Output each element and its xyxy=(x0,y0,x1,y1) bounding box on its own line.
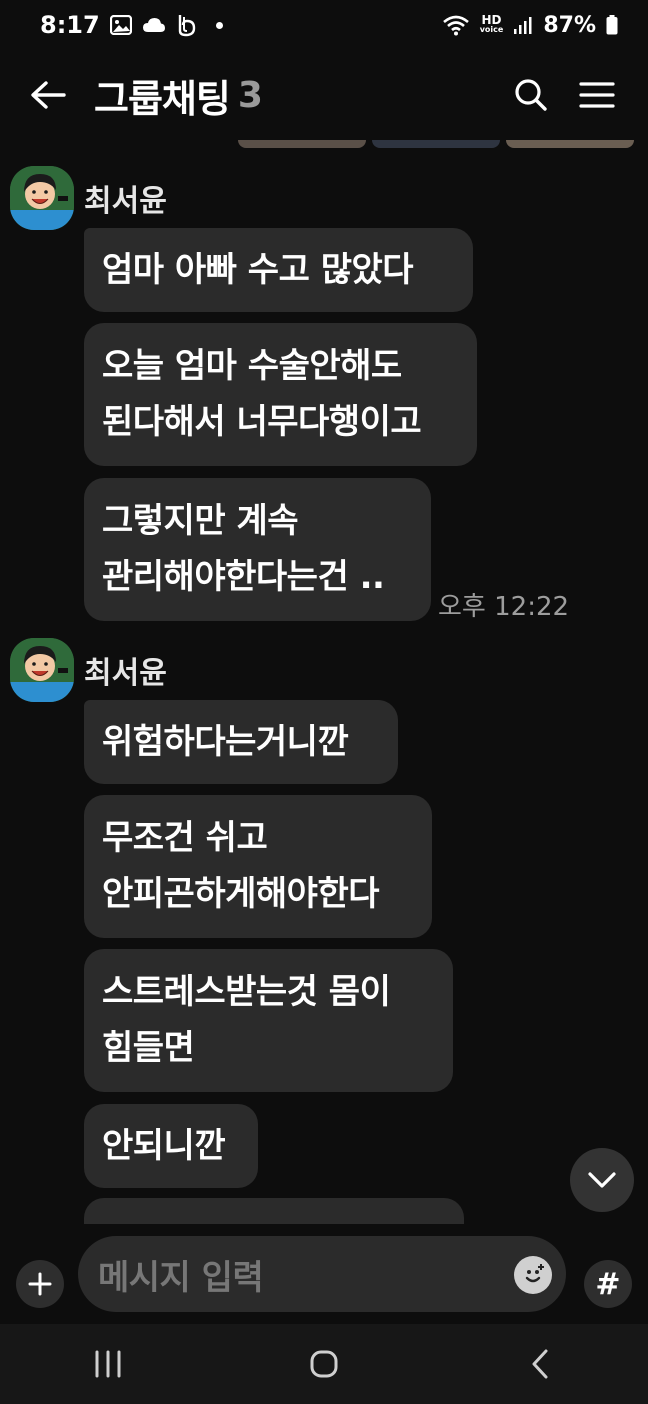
signal-icon xyxy=(513,15,533,35)
message-input-placeholder: 메시지 입력 xyxy=(98,1257,264,1298)
message-bubble-partial[interactable] xyxy=(84,1198,464,1224)
back-nav-button[interactable] xyxy=(500,1334,580,1394)
message-timestamp: 오후 12:22 xyxy=(438,592,570,622)
battery-icon xyxy=(606,15,618,35)
message-bubble[interactable]: 안되니깐 xyxy=(84,1104,258,1188)
hashtag-label: # xyxy=(595,1266,621,1302)
search-icon xyxy=(515,79,547,111)
voice-label: voice xyxy=(479,25,504,34)
message-bubble[interactable]: 스트레스받는것 몸이 힘들면 xyxy=(84,949,453,1092)
hd-voice-icon: HD voice xyxy=(479,13,504,35)
previous-images-peek xyxy=(238,140,634,148)
chat-title: 그룹채팅 xyxy=(94,76,231,121)
message-bubble[interactable]: 무조건 쉬고 안피곤하게해야한다 xyxy=(84,795,432,938)
message-input[interactable]: 메시지 입력 xyxy=(78,1236,566,1312)
avatar[interactable] xyxy=(10,638,74,702)
hd-label: HD xyxy=(481,13,502,27)
recent-apps-icon xyxy=(95,1350,121,1378)
message-bubble[interactable]: 그렇지만 계속 관리해야한다는건 .. xyxy=(84,478,431,621)
back-arrow-icon xyxy=(31,81,66,109)
back-button[interactable] xyxy=(26,73,70,117)
menu-button[interactable] xyxy=(572,70,622,120)
emoji-icon xyxy=(525,1264,544,1283)
status-time: 8:17 xyxy=(40,11,100,39)
status-bar: 8:17 HD voice 87% xyxy=(0,0,648,50)
chat-header: 그룹채팅 3 xyxy=(0,50,648,140)
avatar[interactable] xyxy=(10,166,74,230)
notification-dot-icon xyxy=(215,21,223,29)
message-bubble[interactable]: 엄마 아빠 수고 많았다 xyxy=(84,228,473,312)
image-thumbnail[interactable] xyxy=(506,140,634,148)
member-count: 3 xyxy=(237,74,263,116)
system-nav-bar xyxy=(0,1324,648,1404)
status-left: 8:17 xyxy=(40,11,223,39)
image-thumbnail[interactable] xyxy=(372,140,500,148)
recent-apps-button[interactable] xyxy=(68,1334,148,1394)
chat-screen: 8:17 HD voice 87% 그룹채팅 3 최서윤 엄마 아빠 수고 많았… xyxy=(0,0,648,1404)
battery-percent: 87% xyxy=(543,12,596,38)
app-b-icon xyxy=(176,13,198,37)
cloud-icon xyxy=(142,17,166,33)
message-bubble[interactable]: 위험하다는거니깐 xyxy=(84,700,398,784)
gallery-icon xyxy=(109,15,132,35)
scroll-to-bottom-button[interactable] xyxy=(570,1148,634,1212)
home-icon xyxy=(310,1350,338,1378)
plus-icon xyxy=(28,1272,52,1296)
sender-name: 최서윤 xyxy=(84,184,167,219)
message-bubble[interactable]: 오늘 엄마 수술안해도 된다해서 너무다행이고 xyxy=(84,323,477,466)
search-button[interactable] xyxy=(506,70,556,120)
message-composer: 메시지 입력 # xyxy=(0,1228,648,1324)
attach-button[interactable] xyxy=(16,1260,64,1308)
back-chevron-icon xyxy=(532,1349,548,1379)
image-thumbnail[interactable] xyxy=(238,140,366,148)
status-right: HD voice 87% xyxy=(442,13,618,38)
wifi-icon xyxy=(442,14,470,36)
emoji-button[interactable] xyxy=(514,1256,552,1294)
sender-name: 최서윤 xyxy=(84,656,167,691)
chevron-down-icon xyxy=(588,1172,616,1188)
hashtag-button[interactable]: # xyxy=(584,1260,632,1308)
menu-icon xyxy=(579,82,615,108)
home-button[interactable] xyxy=(284,1334,364,1394)
